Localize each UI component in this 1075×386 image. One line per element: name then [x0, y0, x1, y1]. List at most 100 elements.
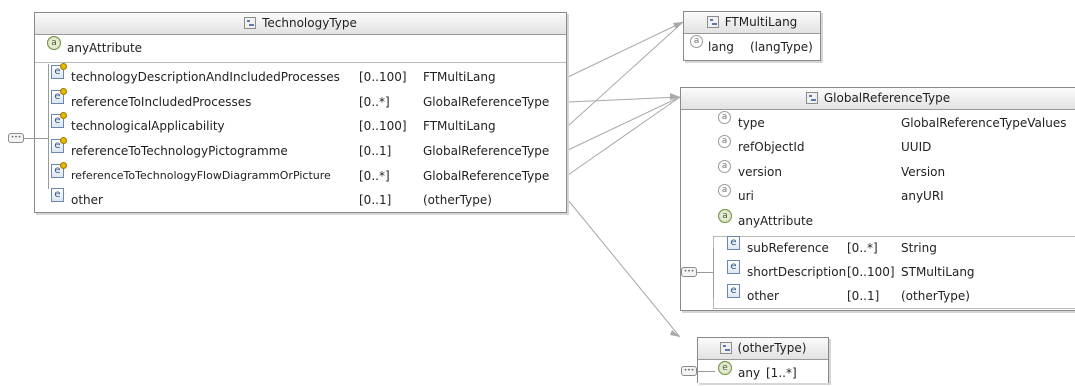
element-type: FTMultiLang: [423, 119, 496, 133]
element-type: String: [901, 241, 937, 255]
technology-type-box: TechnologyType a anyAttribute e technolo…: [34, 12, 567, 213]
attribute-row[interactable]: a type GlobalReferenceTypeValues: [681, 111, 1075, 136]
any-element-icon: e: [727, 284, 740, 298]
element-name: other: [747, 289, 779, 303]
any-attribute-icon: a: [47, 36, 61, 50]
ft-multilang-box: FTMultiLang a lang (langType): [683, 11, 821, 61]
element-name: referenceToTechnologyPictogramme: [71, 144, 288, 158]
element-type: GlobalReferenceType: [423, 144, 550, 158]
any-element-name: any: [738, 366, 761, 380]
sequence-stub: [24, 138, 48, 139]
element-icon: e: [51, 162, 67, 178]
element-name: technologicalApplicability: [71, 119, 225, 133]
technology-type-title: TechnologyType: [262, 16, 357, 30]
complex-type-icon: [805, 92, 818, 104]
any-attribute-icon: a: [718, 209, 732, 223]
attribute-icon: a: [690, 35, 703, 48]
element-row[interactable]: e technologicalApplicability [0..100] FT…: [35, 112, 566, 139]
element-cardinality: [0..100]: [359, 70, 407, 84]
element-type: STMultiLang: [901, 265, 975, 279]
sequence-stub: [697, 371, 715, 372]
element-row[interactable]: e shortDescription [0..100] STMultiLang: [681, 260, 1075, 285]
element-cardinality: [0..1]: [847, 289, 880, 303]
element-name: technologyDescriptionAndIncludedProcesse…: [71, 70, 340, 84]
sequence-compositor-icon[interactable]: •••: [681, 366, 697, 376]
element-type: FTMultiLang: [423, 70, 496, 84]
any-attribute-label: anyAttribute: [738, 214, 814, 228]
attribute-type: anyURI: [901, 189, 944, 203]
any-element-row[interactable]: e any [1..*]: [698, 361, 828, 386]
global-reference-type-title: GlobalReferenceType: [823, 91, 951, 105]
element-icon: e: [727, 236, 740, 250]
any-element-icon: e: [51, 188, 64, 202]
element-name: shortDescription: [747, 265, 847, 279]
any-attribute-row[interactable]: a anyAttribute: [35, 36, 566, 61]
element-name: subReference: [747, 241, 829, 255]
element-icon: e: [51, 112, 67, 128]
element-cardinality: [0..100]: [847, 265, 895, 279]
other-type-header: (otherType): [698, 338, 828, 360]
attribute-type: UUID: [901, 140, 932, 154]
element-type: (otherType): [423, 193, 492, 207]
attribute-type: GlobalReferenceTypeValues: [901, 116, 1067, 130]
element-row[interactable]: e subReference [0..*] String: [681, 236, 1075, 261]
element-row[interactable]: e technologyDescriptionAndIncludedProces…: [35, 63, 566, 90]
element-cardinality: [0..*]: [847, 241, 878, 255]
complex-type-icon: [244, 17, 257, 29]
attribute-icon: a: [718, 160, 731, 173]
separator: [35, 62, 566, 63]
element-cardinality: [0..*]: [359, 95, 390, 109]
other-type-title: (otherType): [737, 341, 807, 355]
any-attribute-label: anyAttribute: [67, 41, 143, 55]
sequence-compositor-icon[interactable]: •••: [8, 133, 24, 143]
attribute-name: version: [738, 165, 782, 179]
any-element-icon: e: [718, 361, 732, 375]
sequence-compositor-icon[interactable]: •••: [681, 267, 697, 277]
element-type: GlobalReferenceType: [423, 169, 550, 183]
global-reference-type-header: GlobalReferenceType: [681, 88, 1075, 110]
element-row[interactable]: e referenceToTechnologyPictogramme [0..1…: [35, 137, 566, 164]
attribute-row[interactable]: a uri anyURI: [681, 184, 1075, 209]
attribute-type: (langType): [750, 40, 813, 54]
attribute-row[interactable]: a refObjectId UUID: [681, 135, 1075, 160]
element-icon: e: [51, 88, 67, 104]
element-row[interactable]: e referenceToIncludedProcesses [0..*] Gl…: [35, 88, 566, 115]
global-reference-type-box: GlobalReferenceType a type GlobalReferen…: [680, 87, 1075, 311]
attribute-name: type: [738, 116, 765, 130]
element-icon: e: [51, 137, 67, 153]
attribute-icon: a: [718, 135, 731, 148]
any-attribute-row[interactable]: a anyAttribute: [681, 209, 1075, 234]
element-cardinality: [0..1]: [359, 144, 392, 158]
complex-type-icon: [706, 16, 719, 28]
element-icon: e: [727, 260, 740, 274]
sequence-bracket: [48, 64, 49, 189]
element-row[interactable]: e referenceToTechnologyFlowDiagrammOrPic…: [35, 162, 566, 189]
element-icon: e: [51, 63, 67, 79]
element-name: referenceToIncludedProcesses: [71, 95, 252, 109]
attribute-name: lang: [708, 40, 734, 54]
attribute-icon: a: [718, 184, 731, 197]
attribute-name: uri: [738, 189, 754, 203]
element-type: GlobalReferenceType: [423, 95, 550, 109]
element-cardinality: [0..1]: [359, 193, 392, 207]
sequence-bracket: [713, 248, 714, 298]
attribute-row[interactable]: a lang (langType): [684, 35, 820, 60]
element-name: other: [71, 193, 103, 207]
attribute-name: refObjectId: [738, 140, 805, 154]
complex-type-icon: [719, 342, 732, 354]
element-row[interactable]: e other [0..1] (otherType): [681, 284, 1075, 309]
sequence-stub: [697, 272, 713, 273]
element-type: (otherType): [901, 289, 970, 303]
element-cardinality: [0..100]: [359, 119, 407, 133]
technology-type-header: TechnologyType: [35, 13, 566, 35]
ft-multilang-header: FTMultiLang: [684, 12, 820, 34]
attribute-type: Version: [901, 165, 946, 179]
element-cardinality: [0..*]: [359, 169, 390, 183]
attribute-row[interactable]: a version Version: [681, 160, 1075, 185]
ft-multilang-title: FTMultiLang: [724, 15, 798, 29]
element-row[interactable]: e other [0..1] (otherType): [35, 188, 566, 213]
attribute-icon: a: [718, 111, 731, 124]
other-type-box: (otherType) e any [1..*]: [697, 337, 829, 383]
element-name: referenceToTechnologyFlowDiagrammOrPictu…: [71, 169, 331, 182]
any-element-cardinality: [1..*]: [766, 366, 797, 380]
